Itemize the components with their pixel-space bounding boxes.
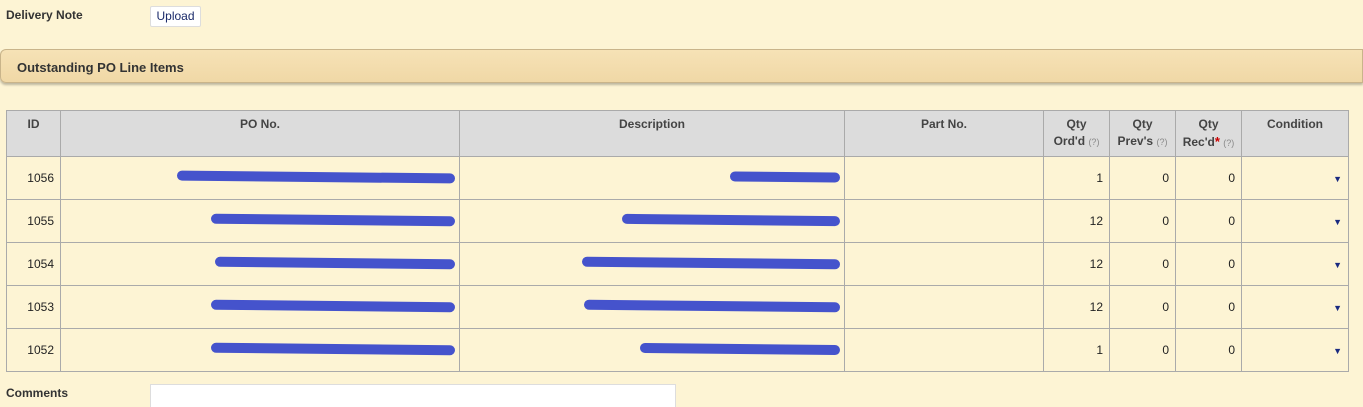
qty-ordd-line1: Qty bbox=[1066, 117, 1087, 131]
condition-select[interactable]: ▼ bbox=[1241, 328, 1349, 372]
description-cell bbox=[459, 199, 845, 243]
condition-select[interactable]: ▼ bbox=[1241, 156, 1349, 200]
header-row: ID PO No. Description Part No. Qty Ord'd… bbox=[6, 110, 1349, 157]
po-no-cell bbox=[60, 199, 460, 243]
part-no-cell bbox=[844, 242, 1044, 286]
table-row: 1055 12 0 0 ▼ bbox=[6, 199, 1349, 243]
redaction-mark bbox=[210, 299, 456, 313]
description-cell bbox=[459, 156, 845, 200]
header-description[interactable]: Description bbox=[459, 110, 845, 157]
table-row: 1053 12 0 0 ▼ bbox=[6, 285, 1349, 329]
delivery-note-label: Delivery Note bbox=[6, 8, 83, 22]
qty-ordd-help-icon[interactable]: (?) bbox=[1088, 137, 1099, 147]
header-qty-prevs[interactable]: Qty Prev's (?) bbox=[1109, 110, 1176, 157]
required-marker: * bbox=[1214, 134, 1220, 149]
header-qty-recd[interactable]: Qty Rec'd* (?) bbox=[1175, 110, 1242, 157]
condition-select[interactable]: ▼ bbox=[1241, 285, 1349, 329]
qty-recd-input[interactable]: 0 bbox=[1175, 328, 1242, 372]
part-no-cell bbox=[844, 156, 1044, 200]
redaction-mark bbox=[581, 256, 841, 270]
qty-prevs-line1: Qty bbox=[1132, 117, 1153, 131]
po-no-cell bbox=[60, 242, 460, 286]
part-no-cell bbox=[844, 285, 1044, 329]
table-row: 1056 1 0 0 ▼ bbox=[6, 156, 1349, 200]
condition-select[interactable]: ▼ bbox=[1241, 242, 1349, 286]
qty-ordd-cell: 12 bbox=[1043, 285, 1110, 329]
po-no-cell bbox=[60, 285, 460, 329]
description-cell bbox=[459, 242, 845, 286]
qty-recd-line2: Rec'd bbox=[1182, 135, 1215, 149]
condition-select[interactable]: ▼ bbox=[1241, 199, 1349, 243]
header-qty-ordd[interactable]: Qty Ord'd (?) bbox=[1043, 110, 1110, 157]
qty-recd-input[interactable]: 0 bbox=[1175, 242, 1242, 286]
qty-ordd-cell: 12 bbox=[1043, 242, 1110, 286]
chevron-down-icon: ▼ bbox=[1333, 217, 1342, 227]
qty-recd-input[interactable]: 0 bbox=[1175, 156, 1242, 200]
description-cell bbox=[459, 328, 845, 372]
comments-textarea[interactable] bbox=[150, 384, 676, 407]
qty-prevs-cell: 0 bbox=[1109, 156, 1176, 200]
redaction-mark bbox=[210, 342, 456, 356]
redaction-mark bbox=[621, 213, 841, 227]
qty-prevs-cell: 0 bbox=[1109, 242, 1176, 286]
po-line-items-table: ID PO No. Description Part No. Qty Ord'd… bbox=[6, 110, 1349, 372]
header-id[interactable]: ID bbox=[6, 110, 61, 157]
row-id: 1052 bbox=[6, 328, 61, 372]
qty-prevs-help-icon[interactable]: (?) bbox=[1156, 137, 1167, 147]
row-id: 1053 bbox=[6, 285, 61, 329]
redaction-mark bbox=[583, 299, 841, 313]
qty-prevs-cell: 0 bbox=[1109, 199, 1176, 243]
header-condition[interactable]: Condition bbox=[1241, 110, 1349, 157]
table-row: 1052 1 0 0 ▼ bbox=[6, 328, 1349, 372]
part-no-cell bbox=[844, 199, 1044, 243]
qty-prevs-cell: 0 bbox=[1109, 285, 1176, 329]
qty-ordd-line2: Ord'd bbox=[1053, 134, 1086, 148]
qty-recd-input[interactable]: 0 bbox=[1175, 285, 1242, 329]
redaction-mark bbox=[210, 213, 456, 227]
po-no-cell bbox=[60, 328, 460, 372]
qty-recd-help-icon[interactable]: (?) bbox=[1223, 138, 1234, 148]
upload-button[interactable]: Upload bbox=[150, 6, 201, 27]
row-id: 1054 bbox=[6, 242, 61, 286]
qty-recd-line1: Qty bbox=[1198, 117, 1219, 131]
qty-prevs-cell: 0 bbox=[1109, 328, 1176, 372]
section-title: Outstanding PO Line Items bbox=[17, 60, 184, 75]
qty-recd-input[interactable]: 0 bbox=[1175, 199, 1242, 243]
part-no-cell bbox=[844, 328, 1044, 372]
chevron-down-icon: ▼ bbox=[1333, 260, 1342, 270]
description-cell bbox=[459, 285, 845, 329]
redaction-mark bbox=[176, 170, 456, 184]
chevron-down-icon: ▼ bbox=[1333, 303, 1342, 313]
redaction-mark bbox=[639, 342, 841, 356]
qty-ordd-cell: 1 bbox=[1043, 328, 1110, 372]
table-row: 1054 12 0 0 ▼ bbox=[6, 242, 1349, 286]
comments-label: Comments bbox=[6, 386, 69, 400]
redaction-mark bbox=[729, 171, 841, 183]
redaction-mark bbox=[214, 256, 456, 270]
header-part-no[interactable]: Part No. bbox=[844, 110, 1044, 157]
qty-ordd-cell: 1 bbox=[1043, 156, 1110, 200]
qty-prevs-line2: Prev's bbox=[1117, 134, 1154, 148]
section-header: Outstanding PO Line Items bbox=[0, 49, 1363, 83]
row-id: 1055 bbox=[6, 199, 61, 243]
chevron-down-icon: ▼ bbox=[1333, 174, 1342, 184]
header-po-no[interactable]: PO No. bbox=[60, 110, 460, 157]
row-id: 1056 bbox=[6, 156, 61, 200]
qty-ordd-cell: 12 bbox=[1043, 199, 1110, 243]
po-no-cell bbox=[60, 156, 460, 200]
chevron-down-icon: ▼ bbox=[1333, 346, 1342, 356]
